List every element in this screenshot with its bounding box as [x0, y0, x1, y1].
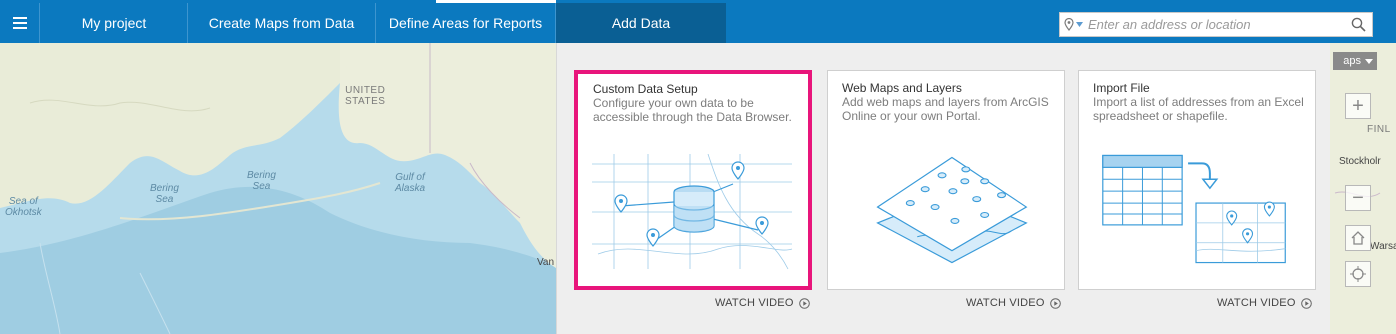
tab-add-data[interactable]: Add Data	[556, 3, 726, 43]
search-icon	[1351, 17, 1366, 32]
watch-video-link-custom-data[interactable]: WATCH VIDEO	[715, 297, 810, 309]
map-label-van: Van	[537, 257, 555, 268]
play-icon	[1049, 297, 1061, 309]
chevron-down-icon	[1365, 58, 1373, 64]
minus-icon: −	[1352, 186, 1364, 209]
plus-icon: +	[1352, 94, 1364, 117]
card-title: Import File	[1093, 81, 1150, 95]
location-pin-dropdown[interactable]	[1060, 13, 1086, 36]
tab-create-maps-from-data[interactable]: Create Maps from Data	[188, 3, 376, 43]
location-pin-icon	[1063, 18, 1074, 31]
locate-icon	[1350, 266, 1366, 282]
hamburger-menu-button[interactable]	[0, 3, 40, 43]
card-custom-data-setup[interactable]: Custom Data Setup Configure your own dat…	[574, 70, 812, 290]
map-label-gulf-of-alaska: Gulf of Alaska	[395, 172, 426, 194]
play-icon	[798, 297, 810, 309]
tab-define-areas-for-reports[interactable]: Define Areas for Reports	[376, 3, 556, 43]
card-title: Web Maps and Layers	[842, 81, 962, 95]
location-search-box	[1059, 12, 1373, 37]
map-label-sea-of-okhotsk: Sea of Okhotsk	[5, 196, 42, 218]
map-label-bering-sea-1: Bering Sea	[150, 183, 179, 205]
top-navigation-bar: My project Create Maps from Data Define …	[0, 0, 1396, 43]
card-import-file[interactable]: Import File Import a list of addresses f…	[1078, 70, 1316, 290]
zoom-out-button[interactable]: −	[1345, 185, 1371, 211]
locate-button[interactable]	[1345, 261, 1371, 287]
basemap-selector-button[interactable]: aps	[1333, 52, 1377, 70]
map-label-united-states: UNITED STATES	[345, 85, 386, 107]
home-button[interactable]	[1345, 225, 1371, 251]
card-description: Add web maps and layers from ArcGIS Onli…	[842, 95, 1049, 123]
search-button[interactable]	[1344, 13, 1372, 36]
home-icon	[1351, 231, 1365, 245]
hamburger-icon	[12, 17, 27, 19]
card-description: Configure your own data to be accessible…	[593, 96, 792, 124]
card-web-maps-and-layers[interactable]: Web Maps and Layers Add web maps and lay…	[827, 70, 1065, 290]
map-label-warsaw: Warsa	[1370, 241, 1396, 252]
watch-video-link-web-maps[interactable]: WATCH VIDEO	[966, 297, 1061, 309]
card-description: Import a list of addresses from an Excel…	[1093, 95, 1304, 123]
database-illustration-icon	[592, 154, 793, 270]
map-label-finland: FINL	[1367, 124, 1391, 135]
play-icon	[1300, 297, 1312, 309]
add-data-panel: Custom Data Setup Configure your own dat…	[556, 43, 1330, 334]
zoom-in-button[interactable]: +	[1345, 93, 1371, 119]
spreadsheet-import-illustration-icon	[1102, 154, 1286, 264]
map-label-stockholm: Stockholr	[1339, 156, 1381, 167]
map-label-bering-sea-2: Bering Sea	[247, 170, 276, 192]
card-title: Custom Data Setup	[593, 82, 698, 96]
tab-my-project[interactable]: My project	[41, 3, 188, 43]
watch-video-link-import-file[interactable]: WATCH VIDEO	[1217, 297, 1312, 309]
chevron-down-icon	[1075, 22, 1083, 27]
search-input[interactable]	[1086, 17, 1344, 32]
map-layers-illustration-icon	[876, 156, 1028, 264]
